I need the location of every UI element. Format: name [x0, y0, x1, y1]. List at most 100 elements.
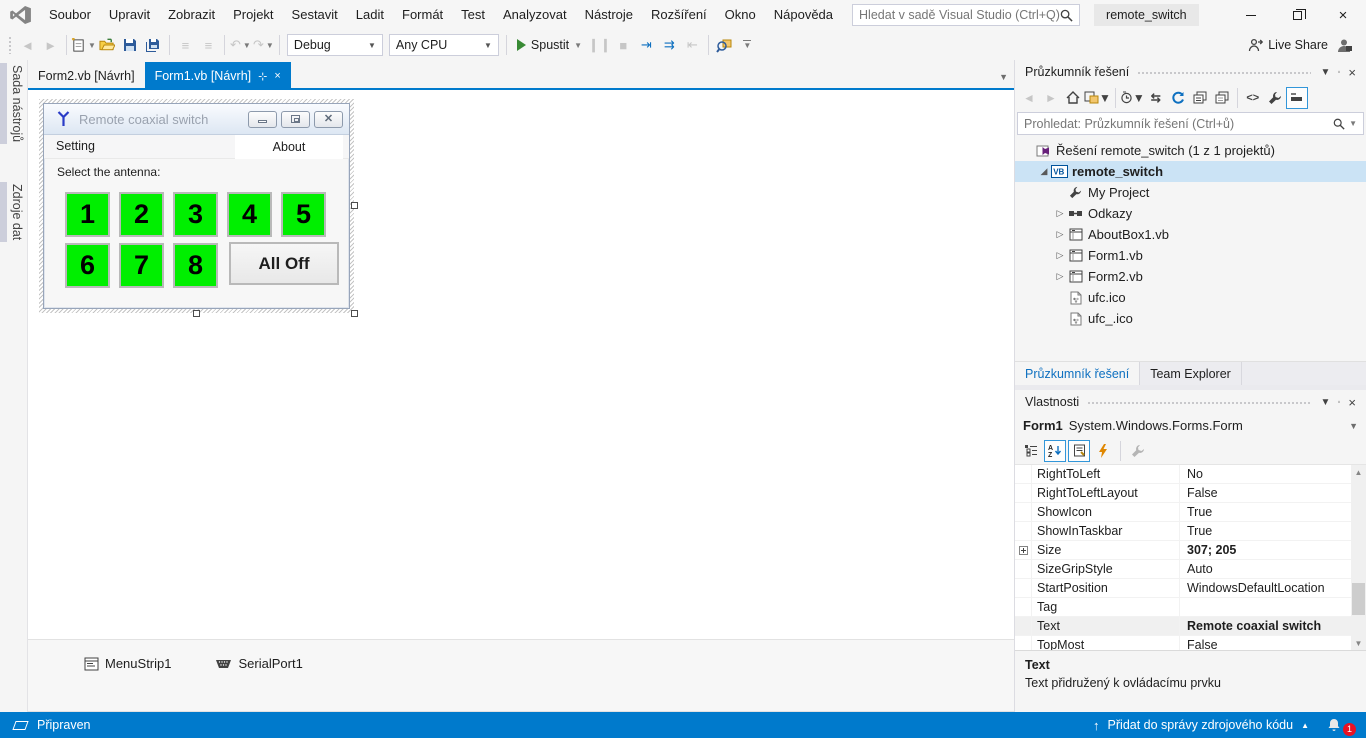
- solution-platform-combo[interactable]: Any CPU▼: [389, 34, 499, 56]
- save-button[interactable]: [119, 34, 142, 57]
- antenna-button-1[interactable]: 1: [65, 192, 110, 237]
- tree-item-form2-vb[interactable]: ▷Form2.vb: [1015, 266, 1366, 287]
- live-share-button[interactable]: Live Share: [1248, 38, 1328, 52]
- property-value[interactable]: True: [1180, 503, 1351, 521]
- close-tab-icon[interactable]: ×: [274, 70, 280, 82]
- close-button[interactable]: ×: [1320, 0, 1366, 30]
- property-value[interactable]: False: [1180, 636, 1351, 650]
- expand-plus-icon[interactable]: [1015, 541, 1032, 559]
- data-sources-tab[interactable]: Zdroje dat: [0, 182, 27, 242]
- property-row-topmost[interactable]: TopMostFalse: [1015, 636, 1351, 650]
- stop-button[interactable]: ■: [612, 34, 635, 57]
- property-grid-scrollbar[interactable]: ▲ ▼: [1351, 465, 1366, 650]
- step-into-button[interactable]: ⇥: [635, 34, 658, 57]
- expander-icon[interactable]: ▷: [1053, 208, 1067, 219]
- minimize-button[interactable]: [1228, 0, 1274, 30]
- tree-item-ufc-ico[interactable]: ufc_.ico: [1015, 308, 1366, 329]
- step-out-button[interactable]: ⇤: [681, 34, 704, 57]
- solution-explorer-search[interactable]: Prohledat: Průzkumník řešení (Ctrl+ů) ▼: [1017, 112, 1364, 135]
- property-row-size[interactable]: Size307; 205: [1015, 541, 1351, 560]
- antenna-button-3[interactable]: 3: [173, 192, 218, 237]
- scroll-thumb[interactable]: [1352, 583, 1365, 615]
- all-off-button[interactable]: All Off: [229, 242, 339, 285]
- pending-changes-filter-button[interactable]: ▼: [1120, 87, 1145, 109]
- tree-item-reseni-remote-switch-1-z-1-projektu[interactable]: Řešení remote_switch (1 z 1 projektů): [1015, 140, 1366, 161]
- expander-icon[interactable]: ▷: [1053, 271, 1067, 282]
- menu-item-setting[interactable]: Setting: [56, 139, 95, 153]
- solution-name-badge[interactable]: remote_switch: [1094, 4, 1199, 26]
- property-value[interactable]: Auto: [1180, 560, 1351, 578]
- save-all-button[interactable]: [142, 34, 165, 57]
- refresh-button[interactable]: [1167, 87, 1189, 109]
- redo-button[interactable]: ↷▼: [252, 34, 275, 57]
- pin-icon[interactable]: ⊹: [258, 70, 267, 83]
- unindent-button[interactable]: ≡: [174, 34, 197, 57]
- properties-button[interactable]: [1264, 87, 1286, 109]
- antenna-button-5[interactable]: 5: [281, 192, 326, 237]
- document-tab-1[interactable]: Form2.vb [Návrh]: [28, 62, 145, 90]
- form-minimize-button[interactable]: [248, 111, 277, 128]
- chevron-down-icon[interactable]: ▼: [1317, 67, 1335, 78]
- antenna-button-7[interactable]: 7: [119, 243, 164, 288]
- property-value[interactable]: Remote coaxial switch: [1180, 617, 1351, 635]
- bottom-tab-team-explorer[interactable]: Team Explorer: [1140, 362, 1242, 385]
- antenna-button-4[interactable]: 4: [227, 192, 272, 237]
- expander-icon[interactable]: ▷: [1053, 229, 1067, 240]
- property-row-showintaskbar[interactable]: ShowInTaskbarTrue: [1015, 522, 1351, 541]
- property-row-showicon[interactable]: ShowIconTrue: [1015, 503, 1351, 522]
- property-row-text[interactable]: TextRemote coaxial switch: [1015, 617, 1351, 636]
- solution-explorer-header[interactable]: Průzkumník řešení ▼ ×: [1015, 60, 1366, 84]
- tree-item-remote-switch[interactable]: ◢VBremote_switch: [1015, 161, 1366, 182]
- forward-button[interactable]: ►: [1040, 87, 1062, 109]
- scroll-down-icon[interactable]: ▼: [1351, 636, 1366, 650]
- close-icon[interactable]: ×: [1344, 395, 1360, 410]
- menustrip-component[interactable]: MenuStrip1: [84, 656, 171, 671]
- pin-icon[interactable]: [1334, 66, 1344, 78]
- properties-header[interactable]: Vlastnosti ▼ ×: [1015, 390, 1366, 414]
- add-to-source-control-button[interactable]: Přidat do správy zdrojového kódu: [1108, 718, 1294, 732]
- menu-soubor[interactable]: Soubor: [40, 0, 100, 30]
- user-account-icon[interactable]: [1336, 38, 1352, 53]
- property-row-startposition[interactable]: StartPositionWindowsDefaultLocation: [1015, 579, 1351, 598]
- solution-configuration-combo[interactable]: Debug▼: [287, 34, 383, 56]
- close-icon[interactable]: ×: [1344, 65, 1360, 80]
- pause-button[interactable]: ❙❙: [588, 34, 612, 57]
- toolbox-tab[interactable]: Sada nástrojů: [0, 63, 27, 144]
- tree-item-form1-vb[interactable]: ▷Form1.vb: [1015, 245, 1366, 266]
- property-row-tag[interactable]: Tag: [1015, 598, 1351, 617]
- toolbar-grip[interactable]: [8, 36, 12, 54]
- start-debugging-button[interactable]: Spustit ▼: [511, 38, 588, 52]
- menu-format[interactable]: Formát: [393, 0, 452, 30]
- bottom-tab-solution-explorer[interactable]: Průzkumník řešení: [1015, 362, 1140, 385]
- menu-okno[interactable]: Okno: [716, 0, 765, 30]
- resize-grip-bottom[interactable]: [193, 310, 200, 317]
- document-list-dropdown-icon[interactable]: ▼: [999, 72, 1008, 82]
- pin-icon[interactable]: [1334, 396, 1344, 408]
- property-value[interactable]: False: [1180, 484, 1351, 502]
- find-in-files-button[interactable]: [713, 34, 736, 57]
- property-value[interactable]: No: [1180, 465, 1351, 483]
- show-all-files-button[interactable]: [1211, 87, 1233, 109]
- step-over-button[interactable]: ⇉: [658, 34, 681, 57]
- menu-analyzovat[interactable]: Analyzovat: [494, 0, 576, 30]
- menu-projekt[interactable]: Projekt: [224, 0, 282, 30]
- navigate-back-button[interactable]: ◄: [16, 34, 39, 57]
- categorized-button[interactable]: [1020, 440, 1042, 462]
- tree-item-my-project[interactable]: My Project: [1015, 182, 1366, 203]
- tree-item-aboutbox1-vb[interactable]: ▷AboutBox1.vb: [1015, 224, 1366, 245]
- properties-view-button[interactable]: [1068, 440, 1090, 462]
- designer-canvas[interactable]: Remote coaxial switch ✕ Setting About Se…: [28, 90, 1014, 639]
- menu-zobrazit[interactable]: Zobrazit: [159, 0, 224, 30]
- scroll-track[interactable]: [1351, 479, 1366, 636]
- property-row-righttoleftlayout[interactable]: RightToLeftLayoutFalse: [1015, 484, 1351, 503]
- expander-icon[interactable]: ◢: [1037, 166, 1051, 177]
- menu-rozsireni[interactable]: Rozšíření: [642, 0, 716, 30]
- view-code-button[interactable]: <>: [1242, 87, 1264, 109]
- expander-icon[interactable]: ▷: [1053, 250, 1067, 261]
- events-button[interactable]: [1092, 440, 1114, 462]
- antenna-button-6[interactable]: 6: [65, 243, 110, 288]
- form-maximize-button[interactable]: [281, 111, 310, 128]
- property-row-sizegripstyle[interactable]: SizeGripStyleAuto: [1015, 560, 1351, 579]
- new-project-button[interactable]: ▼: [71, 34, 96, 57]
- collapse-all-button[interactable]: [1286, 87, 1308, 109]
